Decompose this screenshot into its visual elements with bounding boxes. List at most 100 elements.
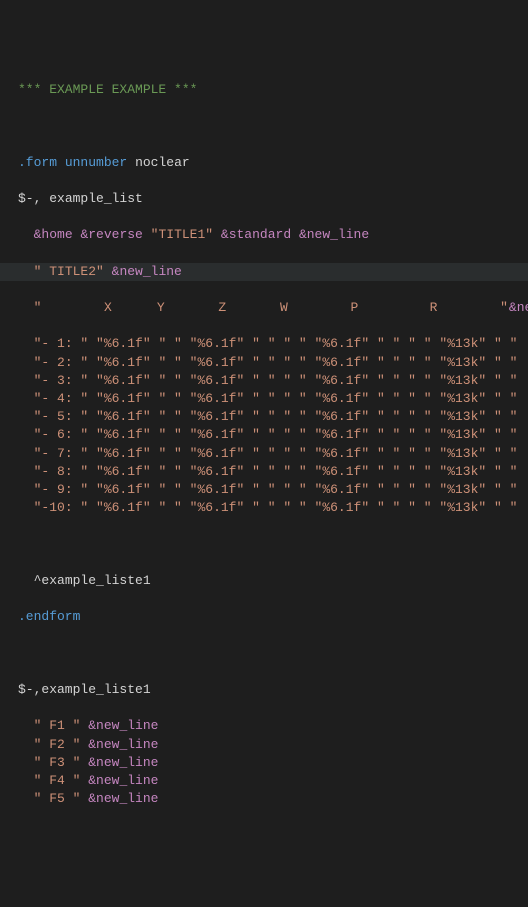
sep: " " <box>283 464 306 479</box>
f-rows: " F1 " &new_line " F2 " &new_line " F3 "… <box>18 717 520 808</box>
fmt: "%6.1f" <box>96 391 151 406</box>
sep: " " <box>283 391 306 406</box>
sep: " " <box>408 482 431 497</box>
sub-prefix: $-, <box>18 682 41 697</box>
sep: " " <box>158 500 181 515</box>
sub-name: example_list <box>49 191 143 206</box>
sep: " " <box>158 464 181 479</box>
sep: " " <box>408 500 431 515</box>
sub-header-1: $-, example_list <box>18 190 520 208</box>
fmt: "%6.1f" <box>96 500 151 515</box>
row-label: "- 3: " <box>34 373 89 388</box>
fmt: "%13k" <box>439 427 486 442</box>
sep: " " <box>158 427 181 442</box>
f-label: " F4 " <box>34 773 81 788</box>
fmt: "%6.1f" <box>315 391 370 406</box>
dir-newline: &new_line <box>509 300 528 315</box>
fmt: "%13k" <box>439 391 486 406</box>
sep: " " <box>377 373 400 388</box>
fmt: "%6.1f" <box>96 336 151 351</box>
sep: " " <box>252 391 275 406</box>
sep: " " <box>377 355 400 370</box>
fmt: "%6.1f" <box>190 427 245 442</box>
sep: " " <box>283 373 306 388</box>
data-row: "- 7: " "%6.1f" " " "%6.1f" " " " " "%6.… <box>18 445 520 463</box>
data-row: "- 9: " "%6.1f" " " "%6.1f" " " " " "%6.… <box>18 481 520 499</box>
sep: " " <box>377 482 400 497</box>
fmt: "%13k" <box>439 482 486 497</box>
f-row: " F2 " &new_line <box>18 736 520 754</box>
dir-standard: &standard <box>221 227 291 242</box>
fmt: "%6.1f" <box>315 427 370 442</box>
fmt: "%6.1f" <box>96 355 151 370</box>
data-row: "- 5: " "%6.1f" " " "%6.1f" " " " " "%6.… <box>18 408 520 426</box>
row-label: "-10: " <box>34 500 89 515</box>
fmt: "%6.1f" <box>315 355 370 370</box>
sep: " " <box>283 500 306 515</box>
row-label: "- 9: " <box>34 482 89 497</box>
sep: " " <box>408 336 431 351</box>
sep: " " <box>494 336 517 351</box>
dir-newline: &new_line <box>88 718 158 733</box>
sep: " " <box>494 391 517 406</box>
fmt: "%6.1f" <box>315 482 370 497</box>
sep: " " <box>494 446 517 461</box>
fmt: "%6.1f" <box>190 409 245 424</box>
sep: " " <box>408 373 431 388</box>
kw-unnumber: unnumber <box>65 155 127 170</box>
fmt: "%6.1f" <box>96 482 151 497</box>
fmt: "%13k" <box>439 336 486 351</box>
fmt: "%13k" <box>439 355 486 370</box>
row-label: "- 7: " <box>34 446 89 461</box>
data-row: "- 4: " "%6.1f" " " "%6.1f" " " " " "%6.… <box>18 390 520 408</box>
str-title2: " TITLE2" <box>34 264 104 279</box>
data-row: "- 1: " "%6.1f" " " "%6.1f" " " " " "%6.… <box>18 335 520 353</box>
arg-noclear: noclear <box>135 155 190 170</box>
kw-form: .form <box>18 155 57 170</box>
sep: " " <box>377 446 400 461</box>
closer-ref: ^example_liste1 <box>18 572 520 590</box>
sep: " " <box>158 336 181 351</box>
header-text: " X Y Z W P R " <box>34 300 509 315</box>
fmt: "%6.1f" <box>96 373 151 388</box>
fmt: "%13k" <box>439 464 486 479</box>
dir-newline: &new_line <box>299 227 369 242</box>
sep: " " <box>377 427 400 442</box>
sep: " " <box>252 464 275 479</box>
sep: " " <box>377 336 400 351</box>
f-row: " F5 " &new_line <box>18 790 520 808</box>
blank-line <box>18 117 520 135</box>
dir-reverse: &reverse <box>80 227 142 242</box>
header-row: " X Y Z W P R "&new_line <box>18 299 520 317</box>
fmt: "%13k" <box>439 446 486 461</box>
dir-newline: &new_line <box>112 264 182 279</box>
row-label: "- 6: " <box>34 427 89 442</box>
sep: " " <box>377 500 400 515</box>
fmt: "%6.1f" <box>315 336 370 351</box>
dir-newline: &new_line <box>88 737 158 752</box>
sep: " " <box>377 464 400 479</box>
sep: " " <box>252 373 275 388</box>
dir-home: &home <box>34 227 73 242</box>
sep: " " <box>158 391 181 406</box>
sep: " " <box>408 446 431 461</box>
sep: " " <box>252 336 275 351</box>
fmt: "%13k" <box>439 373 486 388</box>
sep: " " <box>408 355 431 370</box>
sep: " " <box>408 409 431 424</box>
fmt: "%6.1f" <box>190 446 245 461</box>
str-title1: "TITLE1" <box>151 227 213 242</box>
sep: " " <box>158 446 181 461</box>
sep: " " <box>494 409 517 424</box>
sep: " " <box>158 482 181 497</box>
fmt: "%6.1f" <box>190 355 245 370</box>
fmt: "%13k" <box>439 409 486 424</box>
data-row: "- 3: " "%6.1f" " " "%6.1f" " " " " "%6.… <box>18 372 520 390</box>
row-label: "- 1: " <box>34 336 89 351</box>
dir-newline: &new_line <box>88 755 158 770</box>
row-label: "- 5: " <box>34 409 89 424</box>
sep: " " <box>494 482 517 497</box>
sep: " " <box>158 373 181 388</box>
fmt: "%6.1f" <box>190 336 245 351</box>
sep: " " <box>252 409 275 424</box>
